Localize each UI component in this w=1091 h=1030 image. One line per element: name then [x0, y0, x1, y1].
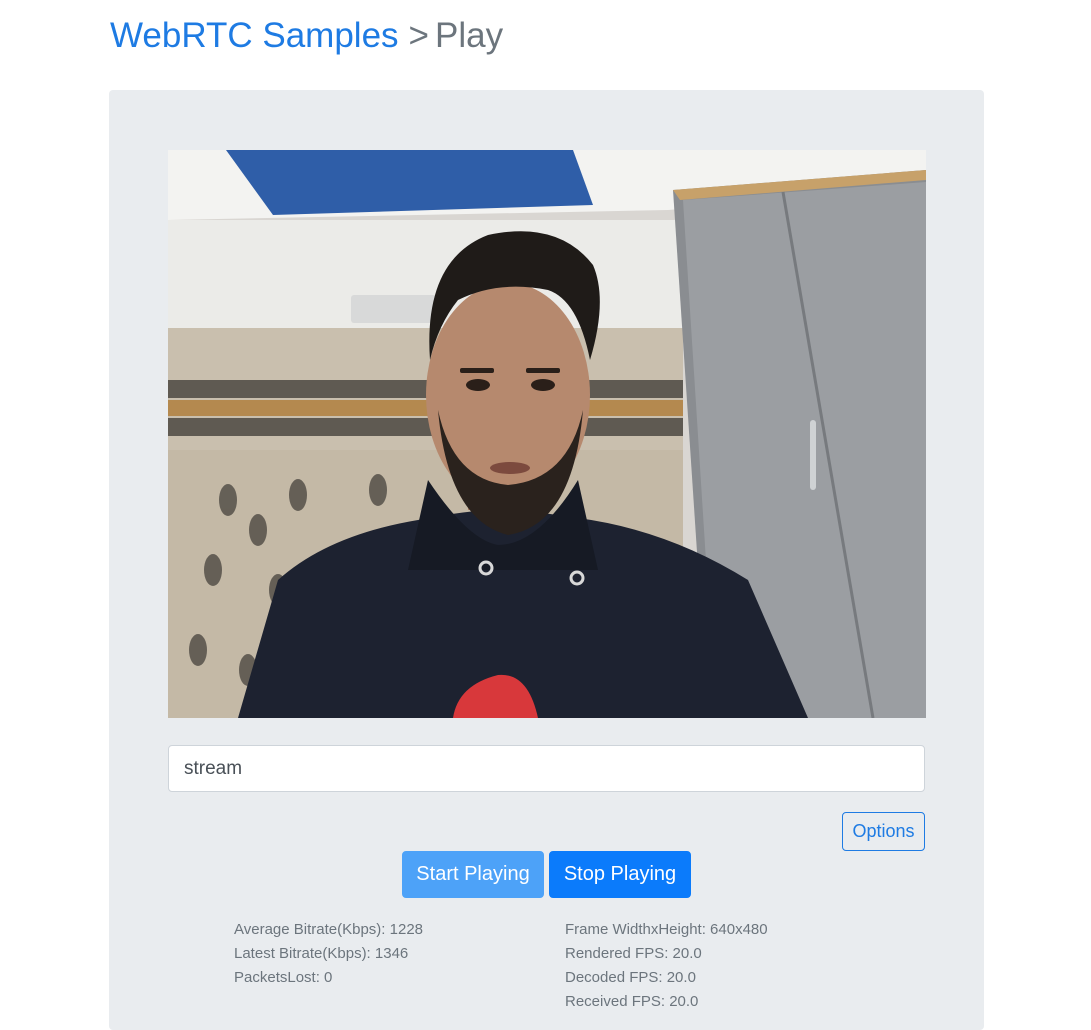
packets-lost-stat: PacketsLost: 0	[234, 969, 333, 986]
decoded-fps-stat: Decoded FPS: 20.0	[565, 969, 696, 986]
stats-right-column: Frame WidthxHeight: 640x480 Rendered FPS…	[565, 918, 768, 1014]
video-frame	[168, 150, 926, 718]
stream-name-input[interactable]	[168, 745, 925, 792]
webrtc-samples-link[interactable]: WebRTC Samples	[110, 16, 399, 55]
average-bitrate-stat: Average Bitrate(Kbps): 1228	[234, 921, 424, 938]
frame-size-stat: Frame WidthxHeight: 640x480	[565, 921, 768, 938]
stats-left-column: Average Bitrate(Kbps): 1228 Latest Bitra…	[234, 918, 423, 990]
remote-video[interactable]	[168, 150, 926, 718]
received-fps-stat: Received FPS: 20.0	[565, 993, 699, 1010]
start-playing-button[interactable]: Start Playing	[402, 851, 544, 898]
options-button[interactable]: Options	[842, 812, 925, 851]
breadcrumb-current-page: Play	[434, 16, 504, 55]
page-title: WebRTC Samples > Play	[110, 14, 503, 58]
stop-playing-button[interactable]: Stop Playing	[549, 851, 691, 898]
latest-bitrate-stat: Latest Bitrate(Kbps): 1346	[234, 945, 409, 962]
breadcrumb-separator: >	[408, 16, 429, 55]
rendered-fps-stat: Rendered FPS: 20.0	[565, 945, 702, 962]
